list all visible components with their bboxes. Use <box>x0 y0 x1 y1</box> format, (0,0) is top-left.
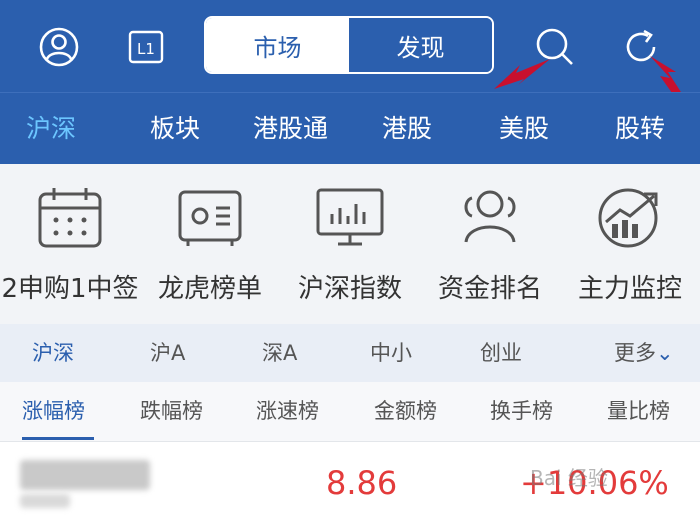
ranking-tabs: 涨幅榜 跌幅榜 涨速榜 金额榜 换手榜 量比榜 <box>0 382 700 442</box>
level-badge-icon[interactable]: L1 <box>124 24 170 70</box>
quick-links: 2申购1中签 龙虎榜单 沪深指数 资金排名 主力监控 <box>0 164 700 322</box>
tab-hk-connect[interactable]: 港股通 <box>253 93 328 165</box>
stock-price: 8.86 <box>326 464 398 502</box>
user-icon[interactable] <box>36 24 82 70</box>
monitor-chart-icon <box>316 188 384 246</box>
quick-dragon-tiger-label: 龙虎榜单 <box>157 274 262 304</box>
segment-control: 市场 发现 <box>204 16 494 74</box>
chevron-down-icon: ⌄ <box>656 341 674 365</box>
more-button[interactable]: 更多⌄ <box>614 324 674 382</box>
subtab-sha[interactable]: 沪A <box>150 324 185 382</box>
rank-volume-ratio[interactable]: 量比榜 <box>607 382 670 440</box>
active-tab-indicator <box>22 437 94 440</box>
rank-amount[interactable]: 金额榜 <box>374 382 437 440</box>
users-icon <box>464 190 516 243</box>
quick-fund-rank[interactable]: 资金排名 <box>420 184 560 305</box>
rank-losers[interactable]: 跌幅榜 <box>140 382 203 440</box>
market-nav: 沪深 板块 港股通 港股 美股 股转 <box>0 92 700 164</box>
tab-hushen[interactable]: 沪深 <box>26 93 76 165</box>
tab-neeq[interactable]: 股转 <box>615 93 665 165</box>
quick-ipo-label: 2申购1中签 <box>1 274 139 304</box>
quick-ipo[interactable]: 2申购1中签 <box>0 184 140 305</box>
quick-dragon-tiger[interactable]: 龙虎榜单 <box>140 184 280 305</box>
tab-hk[interactable]: 港股 <box>382 93 432 165</box>
subtab-sme[interactable]: 中小 <box>370 324 412 382</box>
trend-circle-icon <box>598 188 658 248</box>
stock-code-blurred <box>20 494 70 508</box>
tab-us[interactable]: 美股 <box>499 93 549 165</box>
rank-gainers[interactable]: 涨幅榜 <box>22 382 85 440</box>
quick-main-monitor[interactable]: 主力监控 <box>560 184 700 305</box>
market-subtabs: 沪深 沪A 深A 中小 创业 更多⌄ <box>0 324 700 382</box>
rank-speed[interactable]: 涨速榜 <box>256 382 319 440</box>
quick-index-label: 沪深指数 <box>297 274 402 304</box>
svg-text:L1: L1 <box>137 40 155 58</box>
quick-fund-rank-label: 资金排名 <box>437 274 542 304</box>
calendar-icon <box>38 188 102 248</box>
stock-name-blurred <box>20 460 150 490</box>
subtab-gem[interactable]: 创业 <box>480 324 522 382</box>
more-label: 更多 <box>614 341 656 365</box>
top-bar: L1 市场 发现 <box>0 0 700 92</box>
quick-index[interactable]: 沪深指数 <box>280 184 420 305</box>
segment-market[interactable]: 市场 <box>206 18 349 72</box>
segment-discover[interactable]: 发现 <box>349 18 492 72</box>
quick-main-monitor-label: 主力监控 <box>577 274 682 304</box>
watermark: Bai 经验 <box>530 466 608 490</box>
safe-icon <box>178 190 242 246</box>
subtab-hushen[interactable]: 沪深 <box>32 324 74 382</box>
rank-turnover[interactable]: 换手榜 <box>490 382 553 440</box>
subtab-sza[interactable]: 深A <box>262 324 297 382</box>
tab-sector[interactable]: 板块 <box>150 93 200 165</box>
